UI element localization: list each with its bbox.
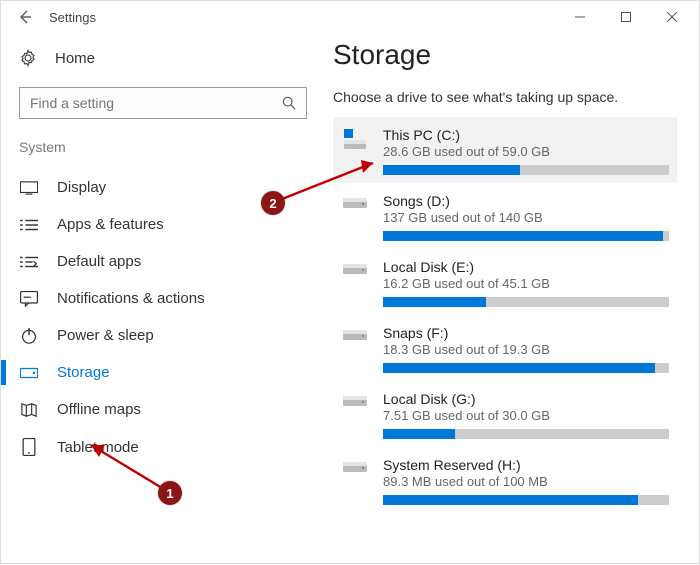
content-area: Home System Display Apps & features Defaul… (1, 33, 699, 563)
drive-usage-bar (383, 165, 669, 175)
window-controls (557, 1, 695, 33)
sidebar-item-display[interactable]: Display (19, 169, 323, 206)
minimize-button[interactable] (557, 1, 603, 33)
sidebar-item-default-apps[interactable]: Default apps (19, 243, 323, 280)
hdd-icon (341, 391, 369, 439)
sidebar-item-label: Tablet mode (57, 439, 139, 456)
drive-item[interactable]: Snaps (F:)18.3 GB used out of 19.3 GB (333, 315, 677, 381)
arrow-left-icon (17, 9, 33, 25)
search-icon (282, 96, 296, 110)
hdd-icon (341, 259, 369, 307)
os-drive-icon (341, 127, 369, 175)
map-icon (19, 402, 39, 418)
drive-info: Snaps (F:)18.3 GB used out of 19.3 GB (383, 325, 669, 373)
message-icon (19, 291, 39, 307)
drive-name: This PC (C:) (383, 127, 669, 143)
drive-item[interactable]: Local Disk (E:)16.2 GB used out of 45.1 … (333, 249, 677, 315)
sidebar-item-tablet-mode[interactable]: Tablet mode (19, 428, 323, 466)
sidebar-item-label: Storage (57, 364, 110, 381)
search-box[interactable] (19, 87, 307, 119)
drive-item[interactable]: Local Disk (G:)7.51 GB used out of 30.0 … (333, 381, 677, 447)
drive-item[interactable]: This PC (C:)28.6 GB used out of 59.0 GB (333, 117, 677, 183)
sidebar-item-power-sleep[interactable]: Power & sleep (19, 317, 323, 354)
drive-usage-text: 89.3 MB used out of 100 MB (383, 474, 669, 489)
list-arrow-icon (19, 255, 39, 269)
drive-list: This PC (C:)28.6 GB used out of 59.0 GB S… (333, 117, 677, 513)
maximize-button[interactable] (603, 1, 649, 33)
hdd-icon (341, 325, 369, 373)
hdd-icon (341, 457, 369, 505)
minimize-icon (575, 12, 585, 22)
sidebar-item-label: Offline maps (57, 401, 141, 418)
drive-icon (19, 367, 39, 379)
close-icon (667, 12, 677, 22)
power-icon (19, 328, 39, 344)
list-icon (19, 218, 39, 232)
sidebar-item-label: Power & sleep (57, 327, 154, 344)
hdd-icon (341, 193, 369, 241)
drive-name: Songs (D:) (383, 193, 669, 209)
drive-usage-text: 28.6 GB used out of 59.0 GB (383, 144, 669, 159)
drive-info: Local Disk (E:)16.2 GB used out of 45.1 … (383, 259, 669, 307)
nav-home[interactable]: Home (19, 43, 323, 73)
page-title: Storage (333, 39, 677, 71)
sidebar-item-label: Notifications & actions (57, 290, 205, 307)
drive-name: System Reserved (H:) (383, 457, 669, 473)
monitor-icon (19, 181, 39, 195)
drive-usage-text: 7.51 GB used out of 30.0 GB (383, 408, 669, 423)
drive-info: Songs (D:)137 GB used out of 140 GB (383, 193, 669, 241)
drive-usage-text: 16.2 GB used out of 45.1 GB (383, 276, 669, 291)
search-input[interactable] (28, 94, 282, 112)
drive-name: Local Disk (G:) (383, 391, 669, 407)
drive-usage-bar (383, 429, 669, 439)
nav-section-label: System (19, 135, 323, 161)
drive-usage-bar (383, 363, 669, 373)
titlebar: Settings (1, 1, 699, 33)
sidebar-item-label: Display (57, 179, 106, 196)
sidebar-item-label: Default apps (57, 253, 141, 270)
sidebar-item-offline-maps[interactable]: Offline maps (19, 391, 323, 428)
nav-items: Display Apps & features Default apps Notifi… (19, 169, 323, 466)
drive-usage-bar (383, 495, 669, 505)
drive-info: This PC (C:)28.6 GB used out of 59.0 GB (383, 127, 669, 175)
window-title: Settings (45, 10, 557, 25)
drive-usage-text: 18.3 GB used out of 19.3 GB (383, 342, 669, 357)
drive-item[interactable]: Songs (D:)137 GB used out of 140 GB (333, 183, 677, 249)
back-button[interactable] (5, 1, 45, 33)
page-subtitle: Choose a drive to see what's taking up s… (333, 89, 677, 105)
drive-info: Local Disk (G:)7.51 GB used out of 30.0 … (383, 391, 669, 439)
drive-usage-text: 137 GB used out of 140 GB (383, 210, 669, 225)
drive-item[interactable]: System Reserved (H:)89.3 MB used out of … (333, 447, 677, 513)
drive-usage-bar (383, 231, 669, 241)
tablet-icon (19, 438, 39, 456)
sidebar-item-notifications-actions[interactable]: Notifications & actions (19, 280, 323, 317)
drive-usage-bar (383, 297, 669, 307)
drive-name: Snaps (F:) (383, 325, 669, 341)
sidebar-item-apps-features[interactable]: Apps & features (19, 206, 323, 243)
nav-panel: Home System Display Apps & features Defaul… (1, 33, 323, 563)
storage-panel: Storage Choose a drive to see what's tak… (323, 33, 699, 563)
close-button[interactable] (649, 1, 695, 33)
gear-icon (19, 49, 39, 67)
sidebar-item-label: Apps & features (57, 216, 164, 233)
nav-home-label: Home (55, 50, 95, 67)
drive-info: System Reserved (H:)89.3 MB used out of … (383, 457, 669, 505)
maximize-icon (621, 12, 631, 22)
drive-name: Local Disk (E:) (383, 259, 669, 275)
sidebar-item-storage[interactable]: Storage (19, 354, 323, 391)
